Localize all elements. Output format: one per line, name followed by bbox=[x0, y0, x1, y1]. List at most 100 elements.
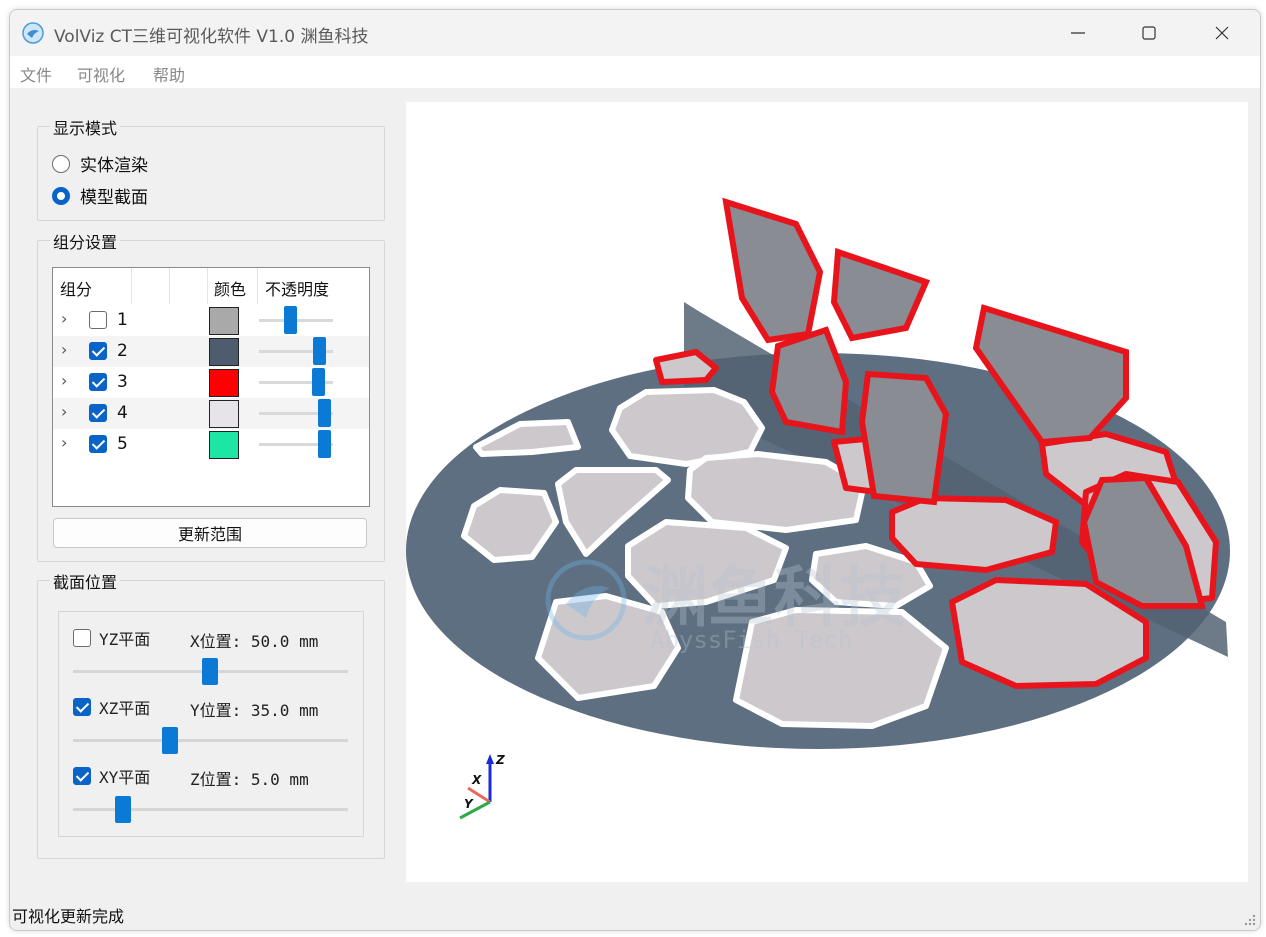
chevron-right-icon[interactable]: › bbox=[61, 371, 67, 390]
component-label: 4 bbox=[117, 403, 128, 423]
status-text: 可视化更新完成 bbox=[12, 907, 125, 926]
menu-bar: 文件 可视化 帮助 bbox=[10, 56, 1260, 88]
menu-help[interactable]: 帮助 bbox=[153, 62, 185, 86]
color-swatch[interactable] bbox=[209, 307, 239, 335]
plane-label: YZ平面 bbox=[99, 630, 151, 649]
section-planes-panel: YZ平面 X位置: 50.0 mm XZ平面 Y位置: 35.0 mm XY平面… bbox=[58, 611, 364, 837]
plane-toggle-xy[interactable]: XY平面 bbox=[73, 764, 150, 788]
chevron-right-icon[interactable]: › bbox=[61, 402, 67, 421]
app-logo-icon bbox=[22, 22, 44, 44]
component-checkbox[interactable] bbox=[89, 435, 107, 453]
radio-button-selected[interactable] bbox=[52, 186, 70, 205]
opacity-slider-thumb[interactable] bbox=[318, 430, 331, 458]
window-title: VolViz CT三维可视化软件 V1.0 渊鱼科技 bbox=[54, 27, 369, 47]
ct-section-render[interactable]: 渊鱼科技 AbyssFish Tech Z X Y bbox=[406, 102, 1248, 882]
component-row[interactable]: › 2 bbox=[53, 336, 369, 367]
resize-grip-icon[interactable] bbox=[1244, 914, 1256, 926]
column-divider bbox=[257, 268, 258, 304]
section-cut bbox=[830, 247, 931, 342]
watermark-subtitle: AbyssFish Tech bbox=[650, 626, 852, 654]
particle bbox=[473, 419, 581, 457]
component-label: 2 bbox=[117, 341, 128, 361]
plane-slider-thumb[interactable] bbox=[115, 796, 131, 823]
column-divider bbox=[207, 268, 208, 304]
minimize-button[interactable] bbox=[1055, 18, 1101, 48]
component-checkbox[interactable] bbox=[89, 342, 107, 360]
col-header-component: 组分 bbox=[60, 280, 93, 299]
plane-toggle-yz[interactable]: YZ平面 bbox=[73, 626, 150, 650]
plane-checkbox[interactable] bbox=[73, 698, 91, 716]
render-viewport[interactable]: 渊鱼科技 AbyssFish Tech Z X Y bbox=[406, 102, 1248, 882]
display-mode-title: 显示模式 bbox=[50, 115, 121, 139]
chevron-right-icon[interactable]: › bbox=[61, 433, 67, 452]
col-header-opacity: 不透明度 bbox=[265, 280, 330, 299]
component-checkbox[interactable] bbox=[89, 404, 107, 422]
plane-slider-thumb[interactable] bbox=[162, 727, 178, 754]
component-row[interactable]: › 3 bbox=[53, 367, 369, 398]
main-window: VolViz CT三维可视化软件 V1.0 渊鱼科技 文件 可视化 帮助 显示模… bbox=[9, 9, 1261, 931]
plane-slider-track[interactable] bbox=[73, 739, 348, 742]
component-checkbox[interactable] bbox=[89, 373, 107, 391]
component-label: 1 bbox=[117, 310, 128, 330]
section-cut bbox=[722, 197, 824, 344]
section-position-title: 截面位置 bbox=[50, 569, 121, 593]
minimize-icon bbox=[1071, 32, 1085, 34]
color-swatch[interactable] bbox=[209, 431, 239, 459]
y-axis-label: Y bbox=[464, 797, 474, 811]
radio-label: 模型截面 bbox=[80, 188, 148, 208]
opacity-slider-thumb[interactable] bbox=[313, 337, 326, 365]
display-mode-group: 显示模式 实体渲染 模型截面 bbox=[37, 115, 385, 221]
plane-checkbox[interactable] bbox=[73, 629, 91, 647]
status-bar: 可视化更新完成 bbox=[10, 898, 1260, 930]
plane-position-readout: Z位置: 5.0 mm bbox=[190, 770, 309, 789]
component-row[interactable]: › 5 bbox=[53, 429, 369, 460]
plane-position-readout: Y位置: 35.0 mm bbox=[190, 701, 319, 720]
radio-button[interactable] bbox=[52, 154, 70, 173]
particle bbox=[889, 495, 1059, 573]
plane-toggle-xz[interactable]: XZ平面 bbox=[73, 695, 150, 719]
color-swatch[interactable] bbox=[209, 338, 239, 366]
component-settings-group: 组分设置 组分 颜色 不透明度 › 1 › 2 › 3 › 4 › 5 更新范围 bbox=[37, 229, 385, 562]
opacity-slider-thumb[interactable] bbox=[312, 368, 325, 396]
close-button[interactable] bbox=[1199, 18, 1245, 48]
chevron-right-icon[interactable]: › bbox=[61, 340, 67, 359]
column-divider bbox=[131, 268, 132, 304]
opacity-slider-thumb[interactable] bbox=[318, 399, 331, 427]
component-row[interactable]: › 4 bbox=[53, 398, 369, 429]
radio-label: 实体渲染 bbox=[80, 156, 148, 176]
title-bar: VolViz CT三维可视化软件 V1.0 渊鱼科技 bbox=[10, 10, 1260, 56]
component-settings-title: 组分设置 bbox=[50, 229, 121, 253]
chevron-right-icon[interactable]: › bbox=[61, 309, 67, 328]
maximize-icon bbox=[1142, 26, 1156, 40]
z-arrow-icon bbox=[486, 754, 494, 764]
color-swatch[interactable] bbox=[209, 400, 239, 428]
radio-solid-render[interactable]: 实体渲染 bbox=[52, 151, 148, 176]
component-label: 3 bbox=[117, 372, 128, 392]
radio-model-section[interactable]: 模型截面 bbox=[52, 183, 148, 208]
section-cut bbox=[768, 326, 850, 436]
z-axis-label: Z bbox=[495, 753, 505, 767]
section-position-group: 截面位置 YZ平面 X位置: 50.0 mm XZ平面 Y位置: 35.0 mm… bbox=[37, 569, 385, 859]
menu-visualize[interactable]: 可视化 bbox=[77, 62, 125, 86]
component-label: 5 bbox=[117, 434, 128, 454]
plane-label: XY平面 bbox=[99, 768, 151, 787]
plane-slider-thumb[interactable] bbox=[202, 658, 218, 685]
x-axis-label: X bbox=[471, 773, 482, 787]
opacity-slider-thumb[interactable] bbox=[284, 306, 297, 334]
column-divider bbox=[169, 268, 170, 304]
col-header-color: 颜色 bbox=[214, 280, 247, 299]
close-icon bbox=[1215, 26, 1229, 40]
component-checkbox[interactable] bbox=[89, 311, 107, 329]
plane-position-readout: X位置: 50.0 mm bbox=[190, 632, 319, 651]
watermark-title: 渊鱼科技 bbox=[642, 559, 906, 636]
plane-label: XZ平面 bbox=[99, 699, 151, 718]
maximize-button[interactable] bbox=[1126, 18, 1172, 48]
component-row[interactable]: › 1 bbox=[53, 305, 369, 336]
component-table: 组分 颜色 不透明度 › 1 › 2 › 3 › 4 › 5 bbox=[52, 267, 370, 507]
update-range-button[interactable]: 更新范围 bbox=[53, 518, 367, 548]
plane-checkbox[interactable] bbox=[73, 767, 91, 785]
menu-file[interactable]: 文件 bbox=[20, 62, 52, 86]
color-swatch[interactable] bbox=[209, 369, 239, 397]
orientation-axes: Z X Y bbox=[459, 753, 505, 820]
section-cut bbox=[858, 370, 950, 506]
